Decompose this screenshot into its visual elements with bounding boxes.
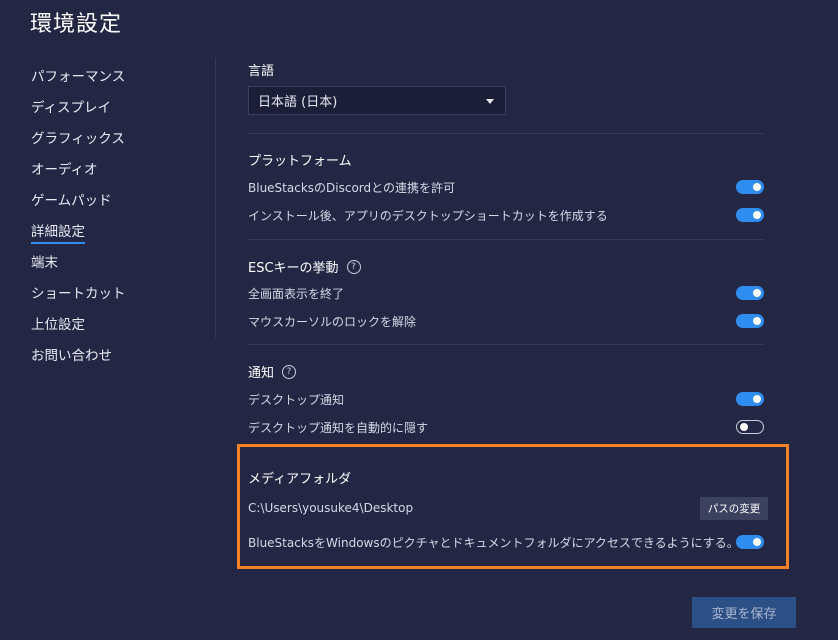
divider <box>247 239 764 240</box>
discord-label: BlueStacksのDiscordとの連携を許可 <box>248 181 456 195</box>
toggle-knob <box>753 211 761 219</box>
desktop-notification-label: デスクトップ通知 <box>248 393 345 407</box>
divider <box>247 344 764 345</box>
sidebar-item-shortcuts[interactable]: ショートカット <box>31 282 126 302</box>
shortcut-label: インストール後、アプリのデスクトップショートカットを作成する <box>248 209 608 223</box>
toggle-knob <box>740 423 748 431</box>
media-section-title: メディアフォルダ <box>248 468 351 487</box>
divider <box>247 133 764 134</box>
save-button[interactable]: 変更を保存 <box>692 597 796 628</box>
toggle-knob <box>753 317 761 325</box>
fullscreen-toggle[interactable] <box>736 286 764 300</box>
language-title: 言語 <box>248 64 275 79</box>
help-icon[interactable]: ? <box>346 259 361 274</box>
esc-section-title: ESCキーの挙動 ? <box>248 257 361 276</box>
autohide-label: デスクトップ通知を自動的に隠す <box>248 421 429 435</box>
esc-title: ESCキーの挙動 <box>248 261 339 276</box>
chevron-down-icon <box>486 99 494 104</box>
sidebar-item-audio[interactable]: オーディオ <box>31 158 98 178</box>
desktop-notification-toggle[interactable] <box>736 392 764 406</box>
shortcut-toggle[interactable] <box>736 208 764 222</box>
cursor-label: マウスカーソルのロックを解除 <box>248 315 417 329</box>
notifications-title: 通知 <box>248 366 275 381</box>
notifications-section-title: 通知 ? <box>248 362 297 381</box>
language-section-title: 言語 <box>248 60 274 79</box>
sidebar-item-advanced[interactable]: 詳細設定 <box>31 220 85 244</box>
platform-section-title: プラットフォーム <box>248 150 352 169</box>
language-select[interactable]: 日本語 (日本) <box>248 86 506 115</box>
page-title: 環境設定 <box>30 12 123 37</box>
toggle-knob <box>753 183 761 191</box>
media-access-label: BlueStacksをWindowsのピクチャとドキュメントフォルダにアクセスで… <box>248 536 739 550</box>
platform-title: プラットフォーム <box>248 154 352 169</box>
cursor-toggle[interactable] <box>736 314 764 328</box>
sidebar-item-device[interactable]: 端末 <box>31 251 58 271</box>
sidebar-item-display[interactable]: ディスプレイ <box>31 96 111 116</box>
toggle-knob <box>753 289 761 297</box>
sidebar-item-performance[interactable]: パフォーマンス <box>31 65 125 85</box>
discord-toggle[interactable] <box>736 180 764 194</box>
fullscreen-label: 全画面表示を終了 <box>248 287 345 301</box>
change-path-button[interactable]: パスの変更 <box>700 497 768 520</box>
help-icon[interactable]: ? <box>282 364 297 379</box>
language-select-value: 日本語 (日本) <box>258 95 338 110</box>
sidebar-item-contact[interactable]: お問い合わせ <box>31 344 112 364</box>
toggle-knob <box>753 395 761 403</box>
sidebar-item-gamepad[interactable]: ゲームパッド <box>31 189 112 209</box>
media-path: C:\Users\yousuke4\Desktop <box>248 501 414 515</box>
media-access-toggle[interactable] <box>736 535 764 549</box>
sidebar-item-preferences[interactable]: 上位設定 <box>31 313 85 333</box>
toggle-knob <box>753 538 761 546</box>
autohide-toggle[interactable] <box>736 420 764 434</box>
sidebar-item-graphics[interactable]: グラフィックス <box>31 127 125 147</box>
media-title: メディアフォルダ <box>248 472 352 487</box>
